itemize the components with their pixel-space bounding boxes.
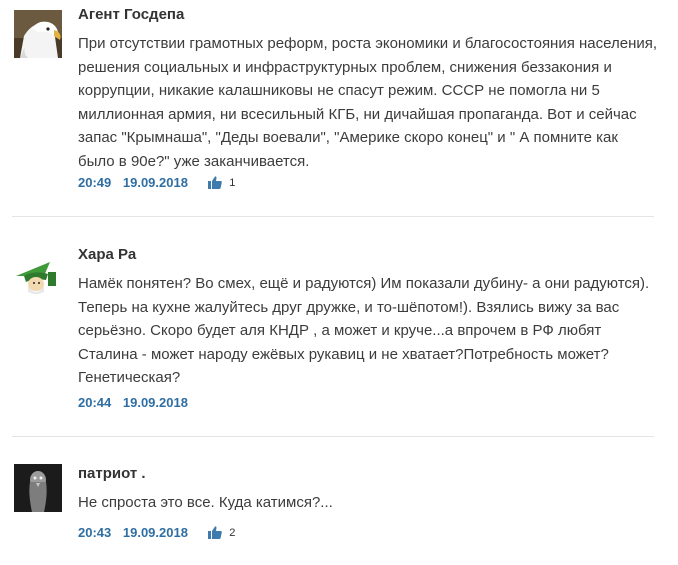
comment-divider [12, 216, 654, 217]
like-count: 1 [229, 176, 236, 189]
thumbs-up-icon[interactable] [207, 176, 222, 190]
like-count: 2 [229, 526, 236, 539]
comment-author[interactable]: патриот . [78, 465, 146, 482]
comment-time[interactable]: 20:43 [78, 525, 111, 540]
comment-text-body: Не спроста это все. Куда катимся?... [78, 494, 333, 511]
comment-text: Намёк понятен? Во смех, ещё и радуются) … [78, 272, 658, 390]
eagle-avatar-icon[interactable] [14, 10, 62, 58]
comment-text: Не спроста это все. Куда катимся?... [78, 491, 658, 515]
comment-meta: 20:44 19.09.2018 [78, 394, 188, 412]
comment-date: 19.09.2018 [122, 525, 188, 541]
bird-avatar-icon[interactable] [14, 464, 62, 512]
gnome-avatar-icon[interactable] [14, 246, 62, 294]
comment-date: 19.09.2018 [122, 395, 188, 411]
comment-time[interactable]: 20:44 [78, 395, 111, 410]
comment-date: 19.09.2018 [122, 175, 188, 191]
comment-text-body: Намёк понятен? Во смех, ещё и радуются) … [78, 275, 650, 387]
comment-time[interactable]: 20:49 [78, 175, 111, 190]
comment-meta: 20:43 19.09.2018 2 [78, 524, 235, 542]
comment-divider [12, 436, 654, 437]
comment-text: При отсутствии грамотных реформ, роста э… [78, 32, 658, 174]
comment-author[interactable]: Хара Ра [78, 246, 136, 263]
comment-text-body: При отсутствии грамотных реформ, роста э… [78, 35, 658, 170]
thumbs-up-icon[interactable] [207, 526, 222, 540]
comment-author[interactable]: Агент Госдепа [78, 6, 184, 23]
comment-meta: 20:49 19.09.2018 1 [78, 174, 235, 192]
